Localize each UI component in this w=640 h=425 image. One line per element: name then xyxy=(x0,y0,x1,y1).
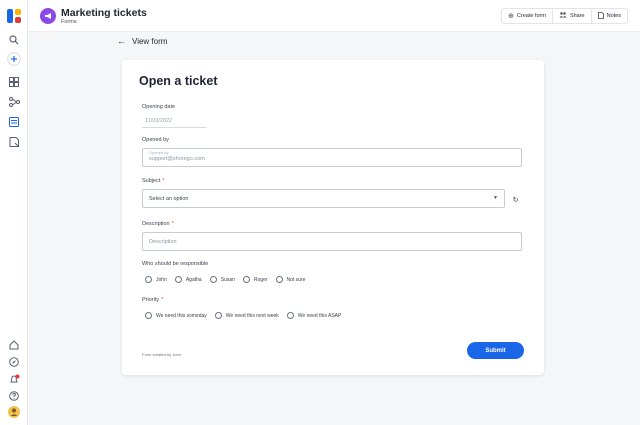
priority-label: Priority * xyxy=(142,297,163,303)
add-icon[interactable] xyxy=(7,52,21,66)
create-form-button[interactable]: ⊕ Create form xyxy=(502,9,553,23)
description-label: Description * xyxy=(142,221,174,227)
radio-circle[interactable] xyxy=(209,276,217,283)
forms-icon[interactable] xyxy=(7,115,21,129)
opened-by-label: Opened by xyxy=(142,137,169,143)
app-subtitle: Forms xyxy=(61,19,77,25)
description-input[interactable]: Description xyxy=(142,232,522,251)
header-actions: ⊕ Create form Share Notes xyxy=(501,8,628,24)
workflow-icon[interactable] xyxy=(7,95,21,109)
priority-label-text: Priority xyxy=(142,297,160,303)
radio-circle[interactable] xyxy=(214,312,222,319)
radio-roger[interactable]: Roger xyxy=(242,276,268,283)
back-link-label: View form xyxy=(132,36,168,46)
radio-circle[interactable] xyxy=(242,276,250,283)
home-icon[interactable] xyxy=(7,338,21,352)
help-icon[interactable] xyxy=(7,389,21,403)
radio-circle[interactable] xyxy=(145,312,152,319)
opened-by-float-label: Opened by xyxy=(149,150,169,155)
opening-date-label: Opening date xyxy=(142,104,176,110)
left-rail xyxy=(0,0,28,425)
responsible-radio-group: John Agatha Susan Roger Not sure xyxy=(145,276,313,283)
dashboard-icon[interactable] xyxy=(7,75,21,89)
radio-not-sure[interactable]: Not sure xyxy=(275,276,306,283)
subject-select[interactable]: Select an option ▼ xyxy=(142,189,505,208)
radio-label: Roger xyxy=(253,276,268,283)
top-header: Marketing tickets Forms ⊕ Create form Sh… xyxy=(28,0,640,32)
notifications-icon[interactable] xyxy=(7,372,21,386)
app-logo-icon[interactable] xyxy=(7,9,21,23)
submit-button[interactable]: Submit xyxy=(467,342,524,359)
compass-icon[interactable] xyxy=(7,355,21,369)
radio-label: Not sure xyxy=(286,276,306,283)
opening-date-field[interactable]: 11/03/2022 xyxy=(142,118,206,128)
search-icon[interactable] xyxy=(7,33,21,47)
docs-icon[interactable] xyxy=(7,135,21,149)
people-icon xyxy=(559,12,567,20)
radio-label: Susan xyxy=(220,276,235,283)
notes-label: Notes xyxy=(606,13,621,19)
app-title: Marketing tickets xyxy=(61,7,147,19)
radio-circle[interactable] xyxy=(275,276,283,283)
radio-agatha[interactable]: Agatha xyxy=(174,276,202,283)
priority-radio-group: We need this someday We need this next w… xyxy=(145,312,349,319)
refresh-icon[interactable]: ↻ xyxy=(511,195,520,204)
view-form-back-link[interactable]: ← View form xyxy=(117,36,167,46)
subject-label-text: Subject xyxy=(142,178,161,184)
radio-circle[interactable] xyxy=(174,276,182,283)
notes-icon xyxy=(597,11,604,21)
required-marker: * xyxy=(171,221,174,227)
create-form-label: Create form xyxy=(516,13,546,19)
user-avatar[interactable] xyxy=(7,405,21,419)
subject-placeholder: Select an option xyxy=(149,195,189,202)
notes-button[interactable]: Notes xyxy=(592,9,627,23)
share-label: Share xyxy=(569,13,585,19)
radio-label: We need this next week xyxy=(225,312,279,319)
radio-circle[interactable] xyxy=(286,312,294,319)
responsible-label: Who should be responsible xyxy=(142,261,209,267)
radio-next-week[interactable]: We need this next week xyxy=(214,312,279,319)
radio-john[interactable]: John xyxy=(145,276,167,283)
plus-circle-icon: ⊕ xyxy=(508,13,514,20)
share-button[interactable]: Share xyxy=(553,9,592,23)
radio-label: We need this someday xyxy=(156,312,207,319)
form-card: Open a ticket Opening date 11/03/2022 Op… xyxy=(122,60,544,375)
required-marker: * xyxy=(161,297,164,303)
radio-someday[interactable]: We need this someday xyxy=(145,312,207,319)
radio-susan[interactable]: Susan xyxy=(209,276,235,283)
radio-asap[interactable]: We need this ASAP xyxy=(286,312,342,319)
opened-by-input[interactable]: Opened by support@shorego.com xyxy=(142,148,522,167)
subject-label: Subject * xyxy=(142,178,165,184)
radio-circle[interactable] xyxy=(145,276,152,283)
form-title: Open a ticket xyxy=(139,74,218,88)
megaphone-icon xyxy=(40,8,56,24)
radio-label: John xyxy=(156,276,167,283)
chevron-down-icon: ▼ xyxy=(493,195,498,201)
opened-by-value: support@shorego.com xyxy=(149,156,205,162)
form-footer-note: Form created by John xyxy=(142,352,181,357)
arrow-left-icon: ← xyxy=(117,36,126,46)
radio-label: Agatha xyxy=(185,276,202,283)
radio-label: We need this ASAP xyxy=(297,312,342,319)
description-placeholder: Description xyxy=(149,238,177,245)
description-label-text: Description xyxy=(142,221,170,227)
required-marker: * xyxy=(162,178,165,184)
